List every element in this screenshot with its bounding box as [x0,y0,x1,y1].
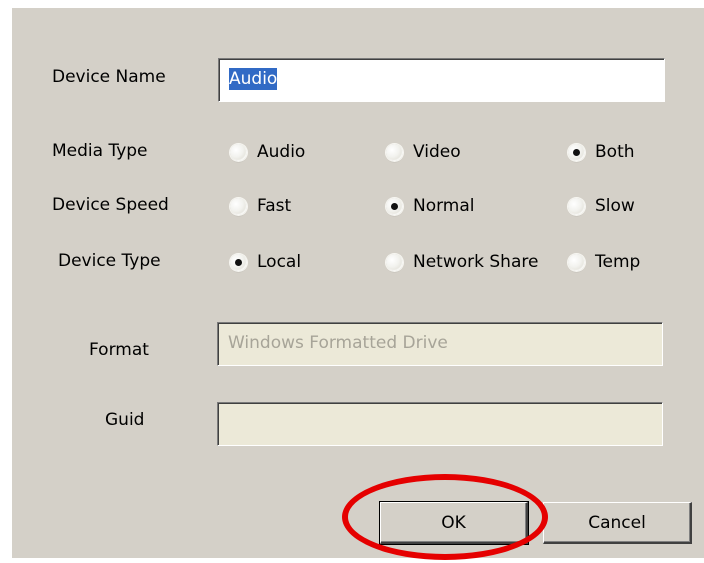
device-name-input[interactable]: Audio [218,58,665,102]
guid-label: Guid [105,410,145,430]
format-field: Windows Formatted Drive [217,322,663,366]
device-dialog: Device Name Audio Media Type Audio Video… [12,8,704,558]
device-speed-slow-radio[interactable]: Slow [568,194,635,218]
radio-unchecked-icon [386,253,403,271]
media-type-both-label: Both [595,142,635,162]
device-type-label: Device Type [58,251,161,271]
media-type-audio-radio[interactable]: Audio [230,140,305,164]
device-speed-fast-label: Fast [257,196,292,216]
media-type-video-label: Video [413,142,461,162]
format-label: Format [89,340,149,360]
ok-button[interactable]: OK [379,501,529,545]
cancel-button[interactable]: Cancel [543,502,692,544]
device-speed-label: Device Speed [52,195,169,215]
device-type-temp-radio[interactable]: Temp [568,250,640,274]
device-name-value: Audio [229,68,278,90]
radio-unchecked-icon [230,143,247,161]
radio-unchecked-icon [386,143,403,161]
media-type-video-radio[interactable]: Video [386,140,461,164]
device-type-network-share-radio[interactable]: Network Share [386,250,538,274]
format-value: Windows Formatted Drive [228,333,448,353]
radio-unchecked-icon [568,253,585,271]
media-type-audio-label: Audio [257,142,306,162]
device-type-local-radio[interactable]: Local [230,250,301,274]
device-speed-fast-radio[interactable]: Fast [230,194,291,218]
device-type-local-label: Local [257,252,302,272]
device-type-temp-label: Temp [595,252,641,272]
device-speed-slow-label: Slow [595,196,635,216]
device-type-network-share-label: Network Share [413,252,539,272]
radio-unchecked-icon [568,197,585,215]
media-type-both-radio[interactable]: Both [568,140,635,164]
device-name-label: Device Name [52,67,166,87]
radio-checked-icon [568,143,585,161]
media-type-label: Media Type [52,141,148,161]
guid-field [217,402,663,446]
device-speed-normal-radio[interactable]: Normal [386,194,475,218]
radio-unchecked-icon [230,197,247,215]
radio-checked-icon [386,197,403,215]
device-speed-normal-label: Normal [413,196,475,216]
radio-checked-icon [230,253,247,271]
